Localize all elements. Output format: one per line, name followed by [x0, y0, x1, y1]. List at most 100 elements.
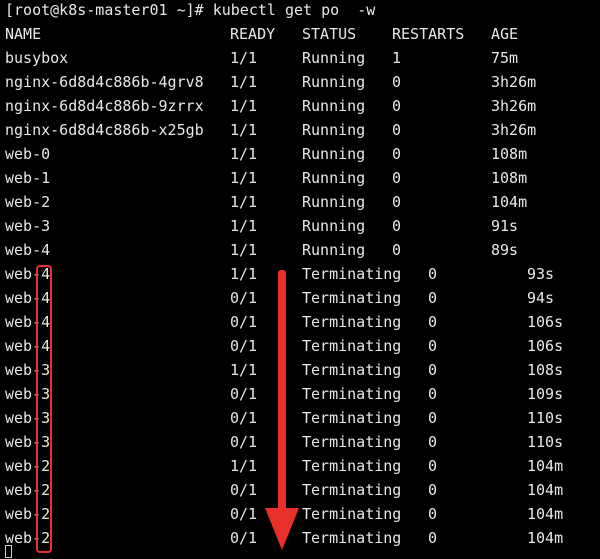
- pod-status: Running: [302, 97, 366, 115]
- pod-restarts: 0: [392, 121, 402, 139]
- down-arrow-icon: [265, 270, 299, 550]
- pod-name: web-0: [5, 145, 51, 163]
- pod-status: Terminating: [302, 505, 402, 523]
- pod-name: nginx-6d8d4c886b-x25gb: [5, 121, 204, 139]
- pod-ready: 1/1: [230, 145, 258, 163]
- pod-restarts: 0: [428, 337, 438, 355]
- pod-status: Terminating: [302, 433, 402, 451]
- pod-ready: 0/1: [230, 529, 258, 547]
- pod-ready: 1/1: [230, 73, 258, 91]
- header-restarts: RESTARTS: [392, 25, 465, 43]
- header-age: AGE: [491, 25, 519, 43]
- pod-age: 104m: [527, 505, 564, 523]
- pod-age: 104m: [527, 529, 564, 547]
- pod-ready: 1/1: [230, 217, 258, 235]
- pod-age: 3h26m: [491, 97, 537, 115]
- pod-status: Terminating: [302, 313, 402, 331]
- pod-age: 104m: [527, 481, 564, 499]
- pod-status: Terminating: [302, 337, 402, 355]
- pod-restarts: 0: [392, 169, 402, 187]
- pod-ready: 0/1: [230, 385, 258, 403]
- pod-restarts: 0: [428, 385, 438, 403]
- pod-restarts: 0: [428, 313, 438, 331]
- pod-age: 104m: [527, 457, 564, 475]
- pod-status: Running: [302, 193, 366, 211]
- pod-age: 108s: [527, 361, 564, 379]
- pod-status: Running: [302, 217, 366, 235]
- pod-age: 110s: [527, 433, 564, 451]
- pod-ready: 0/1: [230, 289, 258, 307]
- pod-ready: 1/1: [230, 241, 258, 259]
- pod-restarts: 1: [392, 49, 402, 67]
- pod-status: Terminating: [302, 361, 402, 379]
- pod-name: busybox: [5, 49, 69, 67]
- pod-ready: 1/1: [230, 97, 258, 115]
- pod-age: 106s: [527, 337, 564, 355]
- pod-age: 3h26m: [491, 121, 537, 139]
- pod-restarts: 0: [428, 457, 438, 475]
- pod-ready: 0/1: [230, 409, 258, 427]
- pod-name: nginx-6d8d4c886b-9zrrx: [5, 97, 204, 115]
- pod-restarts: 0: [428, 289, 438, 307]
- pod-restarts: 0: [392, 217, 402, 235]
- pod-ready: 1/1: [230, 169, 258, 187]
- terminal-cursor: [5, 545, 12, 558]
- pod-age: 94s: [527, 289, 555, 307]
- pod-ready: 0/1: [230, 505, 258, 523]
- pod-restarts: 0: [392, 145, 402, 163]
- pod-restarts: 0: [428, 409, 438, 427]
- pod-name: web-3: [5, 217, 51, 235]
- pod-name: web-4: [5, 241, 51, 259]
- pod-name: web-2: [5, 193, 51, 211]
- header-name: NAME: [5, 25, 42, 43]
- pod-age: 108m: [491, 145, 528, 163]
- pod-restarts: 0: [392, 193, 402, 211]
- pod-age: 75m: [491, 49, 519, 67]
- highlight-box: [36, 265, 52, 553]
- pod-status: Terminating: [302, 409, 402, 427]
- pod-restarts: 0: [428, 433, 438, 451]
- pod-status: Terminating: [302, 481, 402, 499]
- pod-age: 106s: [527, 313, 564, 331]
- pod-ready: 0/1: [230, 481, 258, 499]
- pod-status: Terminating: [302, 457, 402, 475]
- pod-ready: 1/1: [230, 265, 258, 283]
- header-status: STATUS: [302, 25, 357, 43]
- header-row: NAME READY STATUS RESTARTS AGE: [0, 22, 518, 46]
- pod-restarts: 0: [392, 73, 402, 91]
- pod-ready: 1/1: [230, 457, 258, 475]
- pod-restarts: 0: [428, 505, 438, 523]
- header-ready: READY: [230, 25, 276, 43]
- pod-status: Terminating: [302, 289, 402, 307]
- pod-ready: 1/1: [230, 361, 258, 379]
- pod-status: Running: [302, 241, 366, 259]
- pod-restarts: 0: [392, 97, 402, 115]
- pod-status: Terminating: [302, 529, 402, 547]
- pod-ready: 1/1: [230, 193, 258, 211]
- pod-restarts: 0: [428, 265, 438, 283]
- pod-restarts: 0: [428, 529, 438, 547]
- pod-name: web-1: [5, 169, 51, 187]
- pod-restarts: 0: [428, 361, 438, 379]
- pod-age: 108m: [491, 169, 528, 187]
- pod-age: 109s: [527, 385, 564, 403]
- pod-ready: 0/1: [230, 313, 258, 331]
- pod-status: Running: [302, 145, 366, 163]
- pod-restarts: 0: [428, 481, 438, 499]
- pod-age: 89s: [491, 241, 519, 259]
- pod-status: Running: [302, 73, 366, 91]
- pod-status: Running: [302, 121, 366, 139]
- pod-age: 104m: [491, 193, 528, 211]
- pod-status: Running: [302, 169, 366, 187]
- pod-age: 3h26m: [491, 73, 537, 91]
- pod-name: nginx-6d8d4c886b-4grv8: [5, 73, 204, 91]
- pod-ready: 1/1: [230, 49, 258, 67]
- pod-age: 110s: [527, 409, 564, 427]
- pod-status: Terminating: [302, 265, 402, 283]
- pod-age: 91s: [491, 217, 519, 235]
- terminal-window[interactable]: [root@k8s-master01 ~]# kubectl get po -w…: [0, 0, 600, 559]
- pod-status: Terminating: [302, 385, 402, 403]
- pod-ready: 0/1: [230, 433, 258, 451]
- pod-restarts: 0: [392, 241, 402, 259]
- pod-status: Running: [302, 49, 366, 67]
